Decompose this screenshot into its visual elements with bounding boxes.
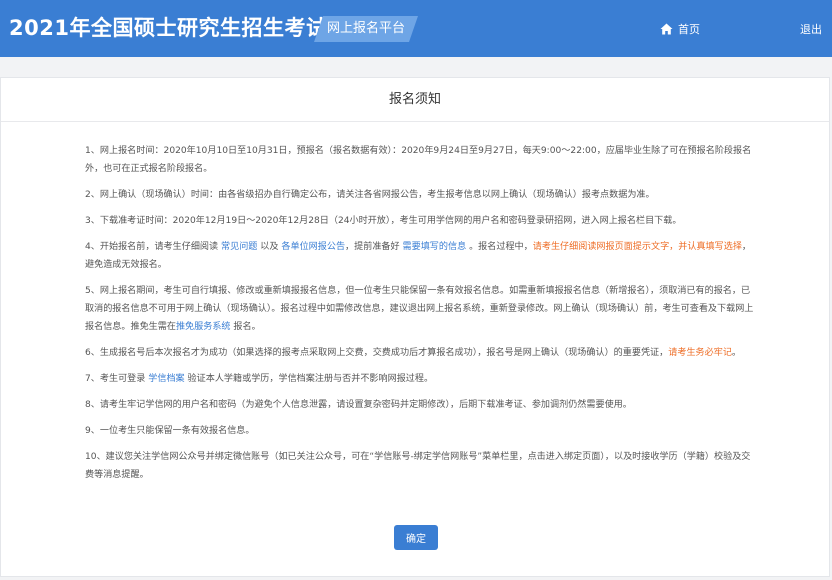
notice-item: 7、考生可登录 学信档案 验证本人学籍或学历，学信档案注册与否并不影响网报过程。 bbox=[85, 370, 757, 388]
notice-text: 报名。 bbox=[230, 322, 261, 332]
notice-text: 2、网上确认（现场确认）时间：由各省级招办自行确定公布，请关注各省网报公告，考生… bbox=[85, 190, 655, 200]
notice-link[interactable]: 常见问题 bbox=[221, 242, 257, 252]
notice-item: 4、开始报名前，请考生仔细阅读 常见问题 以及 各单位网报公告，提前准备好 需要… bbox=[85, 238, 757, 274]
notice-text: 9、一位考生只能保留一条有效报名信息。 bbox=[85, 426, 255, 436]
notice-text: 7、考生可登录 bbox=[85, 374, 149, 384]
notice-item: 1、网上报名时间：2020年10月10日至10月31日，预报名（报名数据有效）：… bbox=[85, 142, 757, 178]
notice-item: 6、生成报名号后本次报名才为成功（如果选择的报考点采取网上交费，交费成功后才算报… bbox=[85, 344, 757, 362]
home-link[interactable]: 首页 bbox=[660, 20, 700, 38]
notice-warning-text: 请考生务必牢记 bbox=[668, 348, 732, 358]
logout-link[interactable]: 退出 bbox=[800, 21, 822, 37]
app-title: 2021年全国硕士研究生招生考试 bbox=[9, 16, 328, 40]
notice-text: 3、下载准考证时间：2020年12月19日～2020年12月28日（24小时开放… bbox=[85, 216, 682, 226]
notice-item: 9、一位考生只能保留一条有效报名信息。 bbox=[85, 422, 757, 440]
notice-warning-text: 请考生仔细阅读网报页面提示文字，并认真填写选择 bbox=[532, 242, 742, 252]
panel-title: 报名须知 bbox=[1, 78, 829, 122]
notice-text: 验证本人学籍或学历，学信档案注册与否并不影响网报过程。 bbox=[184, 374, 434, 384]
notice-text: 1、网上报名时间：2020年10月10日至10月31日，预报名（报名数据有效）：… bbox=[85, 146, 752, 174]
notice-link[interactable]: 各单位网报公告 bbox=[281, 242, 345, 252]
notice-text: 。报名过程中， bbox=[466, 242, 533, 252]
home-label: 首页 bbox=[678, 23, 700, 36]
notice-text: 6、生成报名号后本次报名才为成功（如果选择的报考点采取网上交费，交费成功后才算报… bbox=[85, 348, 669, 358]
confirm-button[interactable]: 确定 bbox=[394, 525, 438, 550]
notice-link[interactable]: 推免服务系统 bbox=[176, 322, 231, 332]
notice-text: 4、开始报名前，请考生仔细阅读 bbox=[85, 242, 221, 252]
notice-item: 3、下载准考证时间：2020年12月19日～2020年12月28日（24小时开放… bbox=[85, 212, 757, 230]
notice-item: 10、建议您关注学信网公众号并绑定微信账号（如已关注公众号，可在“学信账号-绑定… bbox=[85, 448, 757, 484]
notice-list: 1、网上报名时间：2020年10月10日至10月31日，预报名（报名数据有效）：… bbox=[85, 142, 757, 492]
notice-link[interactable]: 需要填写的信息 bbox=[403, 242, 467, 252]
notice-text: 。 bbox=[731, 348, 742, 358]
home-icon bbox=[660, 23, 673, 35]
notice-text: ，提前准备好 bbox=[345, 242, 403, 252]
notice-item: 2、网上确认（现场确认）时间：由各省级招办自行确定公布，请关注各省网报公告，考生… bbox=[85, 186, 757, 204]
notice-link[interactable]: 学信档案 bbox=[148, 374, 184, 384]
top-header: 2021年全国硕士研究生招生考试 网上报名平台 首页 退出 bbox=[0, 0, 832, 57]
notice-item: 5、网上报名期间，考生可自行填报、修改或重新填报报名信息，但一位考生只能保留一条… bbox=[85, 282, 757, 336]
notice-item: 8、请考生牢记学信网的用户名和密码（为避免个人信息泄露，请设置复杂密码并定期修改… bbox=[85, 396, 757, 414]
notice-text: 8、请考生牢记学信网的用户名和密码（为避免个人信息泄露，请设置复杂密码并定期修改… bbox=[85, 400, 632, 410]
notice-text: 以及 bbox=[257, 242, 282, 252]
notice-text: 10、建议您关注学信网公众号并绑定微信账号（如已关注公众号，可在“学信账号-绑定… bbox=[85, 452, 751, 480]
platform-tab[interactable]: 网上报名平台 bbox=[314, 16, 418, 42]
notice-panel: 报名须知 1、网上报名时间：2020年10月10日至10月31日，预报名（报名数… bbox=[0, 77, 830, 577]
